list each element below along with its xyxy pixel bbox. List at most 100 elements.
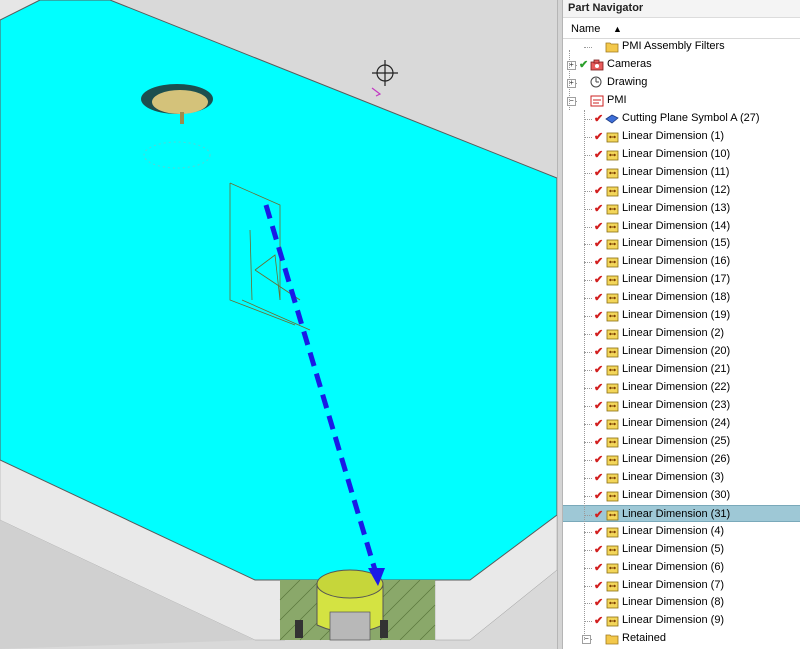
- tree-item-linear-dimension-7[interactable]: ✔ Linear Dimension (7): [563, 577, 800, 594]
- tree-item-retained[interactable]: − Retained: [563, 630, 800, 647]
- visibility-check-icon[interactable]: ✔: [594, 416, 603, 433]
- dimension-icon: [605, 291, 619, 304]
- tree-item-linear-dimension-3[interactable]: ✔ Linear Dimension (3): [563, 469, 800, 486]
- visibility-check-icon[interactable]: ✔: [594, 595, 603, 612]
- tree-item-linear-dimension-31[interactable]: ✔ Linear Dimension (31): [563, 504, 800, 524]
- visibility-check-icon[interactable]: ✔: [594, 507, 603, 524]
- tree-item-linear-dimension-23[interactable]: ✔ Linear Dimension (23): [563, 397, 800, 414]
- visibility-check-icon[interactable]: ✔: [594, 524, 603, 541]
- name-column-header[interactable]: Name ▲: [563, 20, 800, 39]
- visibility-check-icon[interactable]: ✔: [594, 165, 603, 182]
- tree-connector: [584, 298, 592, 300]
- visibility-check-icon[interactable]: ✔: [594, 272, 603, 289]
- tree-connector: [584, 172, 592, 174]
- tree-item-linear-dimension-10[interactable]: ✔ Linear Dimension (10): [563, 146, 800, 163]
- tree-connector: [584, 388, 592, 390]
- dimension-icon: [605, 525, 619, 538]
- visibility-check-icon[interactable]: ✔: [594, 129, 603, 146]
- tree-connector: [584, 262, 592, 264]
- tree-item-pmi-assembly-filters[interactable]: PMI Assembly Filters: [563, 38, 800, 55]
- visibility-check-icon[interactable]: ✔: [594, 613, 603, 630]
- tree-item-drawing[interactable]: + Drawing: [563, 74, 800, 91]
- tree-connector: [584, 352, 592, 354]
- tree-item-linear-dimension-14[interactable]: ✔ Linear Dimension (14): [563, 218, 800, 235]
- tree-item-linear-dimension-24[interactable]: ✔ Linear Dimension (24): [563, 415, 800, 432]
- tree-item-linear-dimension-15[interactable]: ✔ Linear Dimension (15): [563, 235, 800, 252]
- tree-item-linear-dimension-4[interactable]: ✔ Linear Dimension (4): [563, 523, 800, 540]
- tree-item-linear-dimension-20[interactable]: ✔ Linear Dimension (20): [563, 343, 800, 360]
- visibility-check-icon[interactable]: ✔: [594, 398, 603, 415]
- visibility-check-icon[interactable]: ✔: [594, 434, 603, 451]
- visibility-check-icon[interactable]: ✔: [594, 578, 603, 595]
- tree-connector: [584, 154, 592, 156]
- visibility-check-icon[interactable]: ✔: [594, 452, 603, 469]
- graphics-viewport[interactable]: [0, 0, 557, 649]
- visibility-check-icon[interactable]: ✔: [594, 344, 603, 361]
- tree-item-linear-dimension-16[interactable]: ✔ Linear Dimension (16): [563, 253, 800, 270]
- dimension-icon: [605, 309, 619, 322]
- tree-item-label: Drawing: [607, 75, 648, 88]
- part-model[interactable]: [0, 0, 557, 649]
- visibility-check-icon[interactable]: ✔: [594, 380, 603, 397]
- tree-item-linear-dimension-6[interactable]: ✔ Linear Dimension (6): [563, 559, 800, 576]
- tree-item-linear-dimension-1[interactable]: ✔ Linear Dimension (1): [563, 128, 800, 145]
- visibility-check-icon[interactable]: ✔: [594, 219, 603, 236]
- visibility-check-icon[interactable]: ✔: [594, 542, 603, 559]
- tree-item-linear-dimension-25[interactable]: ✔ Linear Dimension (25): [563, 433, 800, 450]
- cutting-plane-icon: [605, 112, 619, 125]
- visibility-check-icon[interactable]: ✔: [594, 201, 603, 218]
- visible-check-icon[interactable]: ✔: [579, 57, 588, 74]
- tree-item-linear-dimension-18[interactable]: ✔ Linear Dimension (18): [563, 289, 800, 306]
- tree-item-label: Linear Dimension (23): [622, 399, 731, 411]
- dimension-icon: [605, 435, 619, 448]
- visibility-check-icon[interactable]: ✔: [594, 111, 603, 128]
- tree-item-linear-dimension-5[interactable]: ✔ Linear Dimension (5): [563, 541, 800, 558]
- tree-connector: [584, 226, 592, 228]
- visibility-check-icon[interactable]: ✔: [594, 362, 603, 379]
- dimension-icon: [605, 381, 619, 394]
- tree-item-pmi[interactable]: − PMI: [563, 92, 800, 109]
- dimension-icon: [605, 202, 619, 215]
- visibility-check-icon[interactable]: ✔: [594, 236, 603, 253]
- visibility-check-icon[interactable]: ✔: [594, 326, 603, 343]
- tree-item-linear-dimension-2[interactable]: ✔ Linear Dimension (2): [563, 325, 800, 342]
- visibility-check-icon[interactable]: ✔: [594, 488, 603, 505]
- dimension-icon: [605, 596, 619, 609]
- tree-connector: [584, 334, 592, 336]
- tree-item-linear-dimension-22[interactable]: ✔ Linear Dimension (22): [563, 379, 800, 396]
- tree-item-label: Linear Dimension (18): [622, 291, 731, 304]
- tree-item-linear-dimension-8[interactable]: ✔ Linear Dimension (8): [563, 594, 800, 611]
- tree-item-label: PMI Assembly Filters: [622, 40, 725, 52]
- visibility-check-icon[interactable]: ✔: [594, 183, 603, 200]
- tree-item-linear-dimension-21[interactable]: ✔ Linear Dimension (21): [563, 361, 800, 378]
- tree-connector: [584, 118, 592, 120]
- visibility-check-icon[interactable]: ✔: [594, 254, 603, 271]
- folder-icon: [605, 40, 619, 53]
- tree-item-linear-dimension-12[interactable]: ✔ Linear Dimension (12): [563, 182, 800, 199]
- tree-item-linear-dimension-26[interactable]: ✔ Linear Dimension (26): [563, 451, 800, 468]
- visibility-check-icon[interactable]: ✔: [594, 470, 603, 487]
- tree-item-label: Cutting Plane Symbol A (27): [622, 111, 760, 124]
- tree-item-linear-dimension-30[interactable]: ✔ Linear Dimension (30): [563, 487, 800, 504]
- tree-item-linear-dimension-19[interactable]: ✔ Linear Dimension (19): [563, 307, 800, 324]
- tree-item-linear-dimension-13[interactable]: ✔ Linear Dimension (13): [563, 200, 800, 217]
- tree-item-linear-dimension-9[interactable]: ✔ Linear Dimension (9): [563, 612, 800, 629]
- folder-icon: [605, 632, 619, 645]
- dimension-icon: [605, 508, 619, 521]
- tree-item-label: Linear Dimension (21): [622, 363, 731, 376]
- tree-item-linear-dimension-17[interactable]: ✔ Linear Dimension (17): [563, 271, 800, 288]
- part-navigator: Part Navigator Name ▲ PMI Assembly Filte…: [563, 0, 800, 649]
- visibility-check-icon[interactable]: ✔: [594, 308, 603, 325]
- visibility-check-icon[interactable]: ✔: [594, 147, 603, 164]
- tree-item-label: Linear Dimension (16): [622, 255, 731, 268]
- tree-connector: [584, 370, 592, 372]
- visibility-check-icon[interactable]: ✔: [594, 290, 603, 307]
- visibility-check-icon[interactable]: ✔: [594, 560, 603, 577]
- camera-icon: [590, 58, 604, 71]
- tree-item-linear-dimension-11[interactable]: ✔ Linear Dimension (11): [563, 164, 800, 181]
- tree-item-cameras[interactable]: + ✔ Cameras: [563, 56, 800, 73]
- tree-connector: [584, 477, 592, 479]
- tree-item-label: Retained: [622, 632, 667, 645]
- tree-connector: [584, 531, 592, 533]
- tree-item-cutting-plane-symbol-a-27[interactable]: ✔ Cutting Plane Symbol A (27): [563, 110, 800, 127]
